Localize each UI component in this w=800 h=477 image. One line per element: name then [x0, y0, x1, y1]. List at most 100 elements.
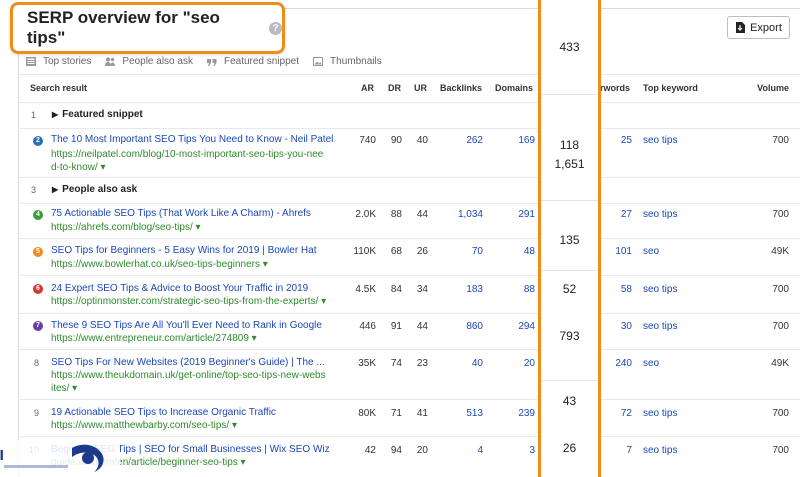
- ur-value: 44: [416, 209, 428, 220]
- url-text: https://www.entrepreneur.com/article/274…: [51, 333, 249, 344]
- filter-people-also-ask[interactable]: People also ask: [105, 56, 193, 67]
- divider: [541, 94, 598, 95]
- col-ur[interactable]: UR: [414, 80, 427, 96]
- domains-link[interactable]: 294: [495, 321, 535, 332]
- result-title-link[interactable]: These 9 SEO Tips Are All You'll Ever Nee…: [51, 320, 322, 331]
- keywords-link[interactable]: 27: [600, 209, 632, 220]
- backlinks-link[interactable]: 4: [440, 445, 483, 456]
- filter-thumbnails[interactable]: Thumbnails: [313, 56, 382, 67]
- backlinks-link[interactable]: 40: [440, 358, 483, 369]
- top-keyword-link[interactable]: seo: [643, 246, 659, 257]
- help-icon[interactable]: ?: [269, 21, 282, 35]
- result-url[interactable]: https://www.entrepreneur.com/article/274…: [51, 332, 257, 345]
- highlight-value: 43: [562, 394, 577, 408]
- col-top-keyword[interactable]: Top keyword: [643, 80, 698, 96]
- url-text: https://ahrefs.com/blog/seo-tips/: [51, 222, 193, 233]
- quote-icon: [206, 58, 217, 66]
- caret-down-icon[interactable]: ▾: [196, 222, 201, 233]
- keywords-link[interactable]: 58: [600, 284, 632, 295]
- ar-value: 4.5K: [355, 284, 376, 295]
- backlinks-link[interactable]: 513: [440, 408, 483, 419]
- col-keywords[interactable]: rwords: [600, 80, 630, 96]
- result-title-link[interactable]: SEO Tips For New Websites (2019 Beginner…: [51, 357, 325, 368]
- domains-link[interactable]: 169: [495, 135, 535, 146]
- filter-featured-snippet[interactable]: Featured snippet: [206, 56, 299, 67]
- result-url[interactable]: https://www.bowlerhat.co.uk/seo-tips-beg…: [51, 258, 268, 271]
- caret-down-icon[interactable]: ▾: [252, 333, 257, 344]
- caret-down-icon[interactable]: ▾: [241, 457, 246, 468]
- export-button[interactable]: Export: [727, 16, 790, 39]
- keywords-link[interactable]: 25: [600, 135, 632, 146]
- col-ar[interactable]: AR: [361, 80, 374, 96]
- col-search-result[interactable]: Search result: [30, 80, 87, 96]
- caret-down-icon[interactable]: ▾: [100, 162, 105, 173]
- col-dr[interactable]: DR: [388, 80, 401, 96]
- col-volume[interactable]: Volume: [752, 80, 789, 96]
- domains-link[interactable]: 48: [495, 246, 535, 257]
- url-text: https://www.theukdomain.uk/get-online/to…: [51, 370, 326, 381]
- caret-right-icon: ▶: [52, 185, 59, 194]
- ur-value: 20: [416, 445, 428, 456]
- backlinks-link[interactable]: 70: [440, 246, 483, 257]
- title-highlight: SERP overview for "seo tips" ?: [10, 2, 285, 54]
- highlight-value: 26: [562, 441, 577, 455]
- keywords-link[interactable]: 240: [600, 358, 632, 369]
- dr-value: 90: [390, 135, 402, 146]
- col-backlinks[interactable]: Backlinks: [440, 80, 482, 96]
- top-keyword-link[interactable]: seo tips: [643, 209, 677, 220]
- volume-value: 49K: [771, 358, 789, 369]
- result-title-link[interactable]: 19 Actionable SEO Tips to Increase Organ…: [51, 407, 276, 418]
- dr-value: 84: [390, 284, 402, 295]
- divider: [18, 128, 800, 129]
- domains-link[interactable]: 291: [495, 209, 535, 220]
- top-keyword-link[interactable]: seo tips: [643, 321, 677, 332]
- domains-link[interactable]: 239: [495, 408, 535, 419]
- ar-value: 35K: [358, 358, 376, 369]
- position-badge: 5: [33, 247, 43, 257]
- top-keyword-link[interactable]: seo: [643, 358, 659, 369]
- result-title-link[interactable]: SEO Tips for Beginners - 5 Easy Wins for…: [51, 245, 316, 256]
- result-url[interactable]: https://www.matthewbarby.com/seo-tips/ ▾: [51, 419, 237, 432]
- col-domains[interactable]: Domains: [495, 80, 533, 96]
- caret-down-icon[interactable]: ▾: [321, 296, 326, 307]
- result-title-link[interactable]: 24 Expert SEO Tips & Advice to Boost You…: [51, 283, 308, 294]
- dr-value: 74: [390, 358, 402, 369]
- top-keyword-link[interactable]: seo tips: [643, 408, 677, 419]
- divider: [18, 275, 800, 276]
- top-keyword-link[interactable]: seo tips: [643, 135, 677, 146]
- caret-down-icon[interactable]: ▾: [232, 420, 237, 431]
- caret-down-icon[interactable]: ▾: [72, 383, 77, 394]
- backlinks-link[interactable]: 1,034: [440, 209, 483, 220]
- top-keyword-link[interactable]: seo tips: [643, 284, 677, 295]
- ar-value: 2.0K: [355, 209, 376, 220]
- backlinks-link[interactable]: 262: [440, 135, 483, 146]
- backlinks-link[interactable]: 860: [440, 321, 483, 332]
- keywords-link[interactable]: 101: [600, 246, 632, 257]
- keywords-link[interactable]: 72: [600, 408, 632, 419]
- volume-value: 700: [772, 209, 789, 220]
- domains-link[interactable]: 20: [495, 358, 535, 369]
- group-label: Featured snippet: [62, 109, 143, 120]
- caret-down-icon[interactable]: ▾: [263, 259, 268, 270]
- result-url[interactable]: https://www.theukdomain.uk/get-online/to…: [51, 369, 326, 395]
- page-title: SERP overview for "seo tips": [27, 8, 220, 47]
- people-icon: [105, 57, 116, 66]
- result-url[interactable]: https://neilpatel.com/blog/10-most-impor…: [51, 148, 323, 174]
- top-keyword-link[interactable]: seo tips: [643, 445, 677, 456]
- keywords-link[interactable]: 7: [600, 445, 632, 456]
- volume-value: 49K: [771, 246, 789, 257]
- result-title-link[interactable]: The 10 Most Important SEO Tips You Need …: [51, 134, 333, 145]
- filter-label: Top stories: [43, 55, 92, 67]
- domains-link[interactable]: 88: [495, 284, 535, 295]
- keywords-link[interactable]: 30: [600, 321, 632, 332]
- dr-value: 91: [390, 321, 402, 332]
- result-url[interactable]: https://optinmonster.com/strategic-seo-t…: [51, 295, 326, 308]
- divider: [18, 436, 800, 437]
- result-title-link[interactable]: 75 Actionable SEO Tips (That Work Like A…: [51, 208, 311, 219]
- domains-link[interactable]: 3: [495, 445, 535, 456]
- backlinks-link[interactable]: 183: [440, 284, 483, 295]
- result-url[interactable]: https://ahrefs.com/blog/seo-tips/ ▾: [51, 221, 201, 234]
- filter-top-stories[interactable]: Top stories: [26, 56, 91, 67]
- volume-value: 700: [772, 135, 789, 146]
- divider: [18, 313, 800, 314]
